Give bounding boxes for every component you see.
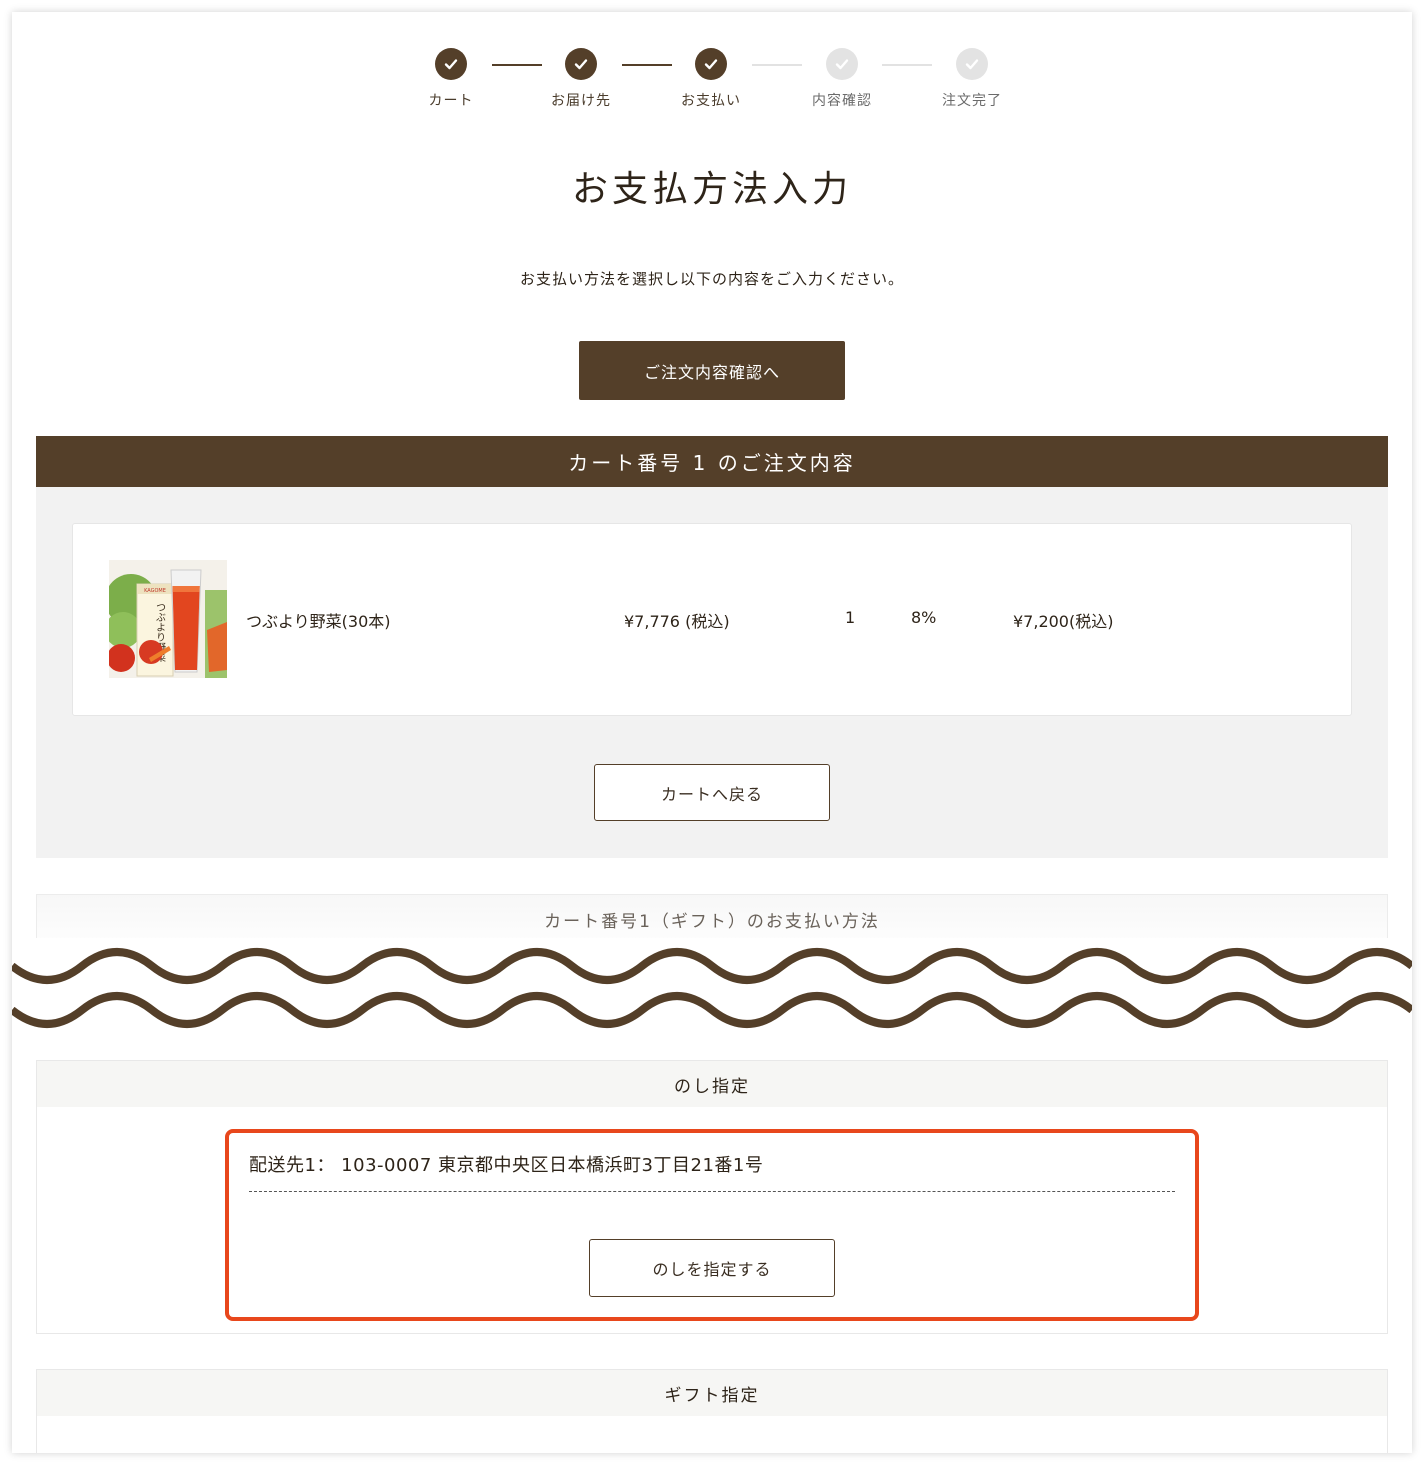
step-label: カート [428,93,474,109]
back-to-cart-button[interactable]: カートへ戻る [594,764,830,821]
check-icon [435,48,467,80]
page-frame: カート お届け先 お支払い 内容確認 注文完了 お支払方法入力 お支払い方法を選… [12,12,1412,1453]
gift-title: ギフト指定 [37,1370,1387,1416]
step-label: 内容確認 [812,93,872,109]
noshi-section: のし指定 配送先1： 103-0007 東京都中央区日本橋浜町3丁目21番1号 … [36,1060,1388,1334]
item-price: ¥7,776 (税込) [624,612,730,631]
step-label: 注文完了 [942,93,1002,109]
dashed-divider [249,1191,1175,1192]
noshi-highlight-box: 配送先1： 103-0007 東京都中央区日本橋浜町3丁目21番1号 のしを指定… [225,1129,1199,1321]
step-label: お届け先 [551,93,611,109]
check-icon [565,48,597,80]
set-noshi-button[interactable]: のしを指定する [589,1239,835,1297]
package-brand: KAGOME [144,588,166,594]
delivery-address: 配送先1： 103-0007 東京都中央区日本橋浜町3丁目21番1号 [249,1155,764,1176]
checkout-stepper: カート お届け先 お支払い 内容確認 注文完了 [12,48,1412,128]
step-payment: お支払い [661,48,761,110]
step-confirm: 内容確認 [792,48,892,110]
payment-method-title: カート番号1（ギフト）のお支払い方法 [544,912,880,932]
item-subtotal: ¥7,200(税込) [1013,612,1114,631]
step-label: お支払い [681,93,741,109]
step-complete: 注文完了 [922,48,1022,110]
cart-item: KAGOME つぶより野菜 つぶより野菜(30本) ¥7,776 (税込) 1 … [72,523,1352,716]
check-icon [826,48,858,80]
cart-header-title: カート番号 1 のご注文内容 [568,451,856,475]
page-title: お支払方法入力 [571,169,852,210]
noshi-title: のし指定 [37,1061,1387,1107]
product-image: KAGOME つぶより野菜 [109,560,227,678]
item-name: つぶより野菜(30本) [246,612,391,631]
check-icon [695,48,727,80]
item-quantity: 1 [845,608,856,627]
item-tax-rate: 8% [911,608,937,627]
cart-header: カート番号 1 のご注文内容 [36,436,1388,487]
cart-panel: KAGOME つぶより野菜 つぶより野菜(30本) ¥7,776 (税込) 1 … [36,487,1388,858]
step-cart: カート [401,48,501,110]
check-icon [956,48,988,80]
section-break-waves [12,938,1412,1042]
gift-section: ギフト指定 [36,1369,1388,1453]
page-lead: お支払い方法を選択し以下の内容をご入力ください。 [519,270,904,288]
confirm-order-button[interactable]: ご注文内容確認へ [579,341,845,400]
step-delivery: お届け先 [531,48,631,110]
